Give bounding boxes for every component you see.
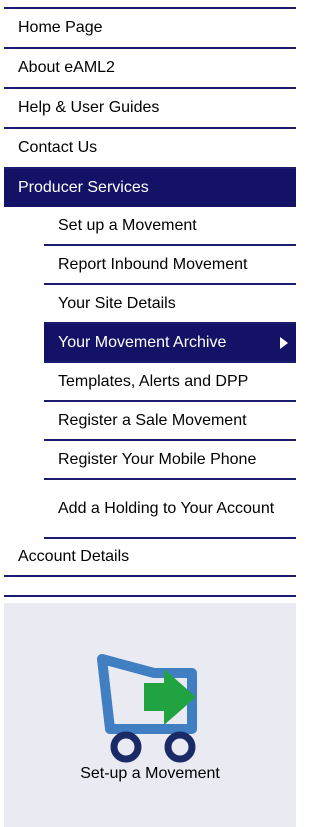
truck-with-arrow-icon	[97, 654, 197, 763]
nav-item-label: Producer Services	[18, 179, 149, 196]
nav-item-label: Home Page	[18, 19, 103, 36]
sub-item-your-site-details[interactable]: Your Site Details	[44, 285, 296, 324]
sub-item-label: Add a Holding to Your Account	[58, 499, 275, 517]
sub-item-register-mobile-phone[interactable]: Register Your Mobile Phone	[44, 441, 296, 480]
sub-item-your-movement-archive[interactable]: Your Movement Archive	[44, 324, 296, 363]
sub-item-label: Your Site Details	[58, 294, 176, 312]
nav-item-label: About eAML2	[18, 59, 115, 76]
promo-label: Set-up a Movement	[80, 765, 220, 782]
nav-item-about[interactable]: About eAML2	[4, 47, 296, 87]
nav-item-contact-us[interactable]: Contact Us	[4, 127, 296, 167]
sub-item-report-inbound-movement[interactable]: Report Inbound Movement	[44, 246, 296, 285]
nav-item-home-page[interactable]: Home Page	[4, 7, 296, 47]
nav-item-account-details[interactable]: Account Details	[4, 539, 296, 577]
side-navigation: Home Page About eAML2 Help & User Guides…	[4, 7, 296, 597]
arrow-right-icon	[280, 336, 288, 349]
nav-divider	[4, 595, 296, 597]
sub-item-label: Set up a Movement	[58, 216, 197, 234]
sub-item-label: Templates, Alerts and DPP	[58, 372, 249, 390]
sub-item-add-holding[interactable]: Add a Holding to Your Account	[44, 480, 296, 539]
sub-item-label: Register Your Mobile Phone	[58, 450, 257, 468]
sub-item-register-sale-movement[interactable]: Register a Sale Movement	[44, 402, 296, 441]
set-up-movement-promo[interactable]: Set-up a Movement	[4, 603, 296, 827]
producer-services-submenu: Set up a Movement Report Inbound Movemen…	[44, 207, 296, 539]
sub-item-label: Register a Sale Movement	[58, 411, 247, 429]
sub-item-label: Your Movement Archive	[58, 333, 227, 351]
nav-item-label: Help & User Guides	[18, 99, 160, 116]
nav-item-help-user-guides[interactable]: Help & User Guides	[4, 87, 296, 127]
sub-item-label: Report Inbound Movement	[58, 255, 248, 273]
sub-item-set-up-movement[interactable]: Set up a Movement	[44, 207, 296, 246]
nav-item-label: Contact Us	[18, 139, 98, 156]
sub-item-templates-alerts-dpp[interactable]: Templates, Alerts and DPP	[44, 363, 296, 402]
nav-item-producer-services[interactable]: Producer Services	[4, 167, 296, 207]
nav-item-label: Account Details	[18, 548, 130, 565]
